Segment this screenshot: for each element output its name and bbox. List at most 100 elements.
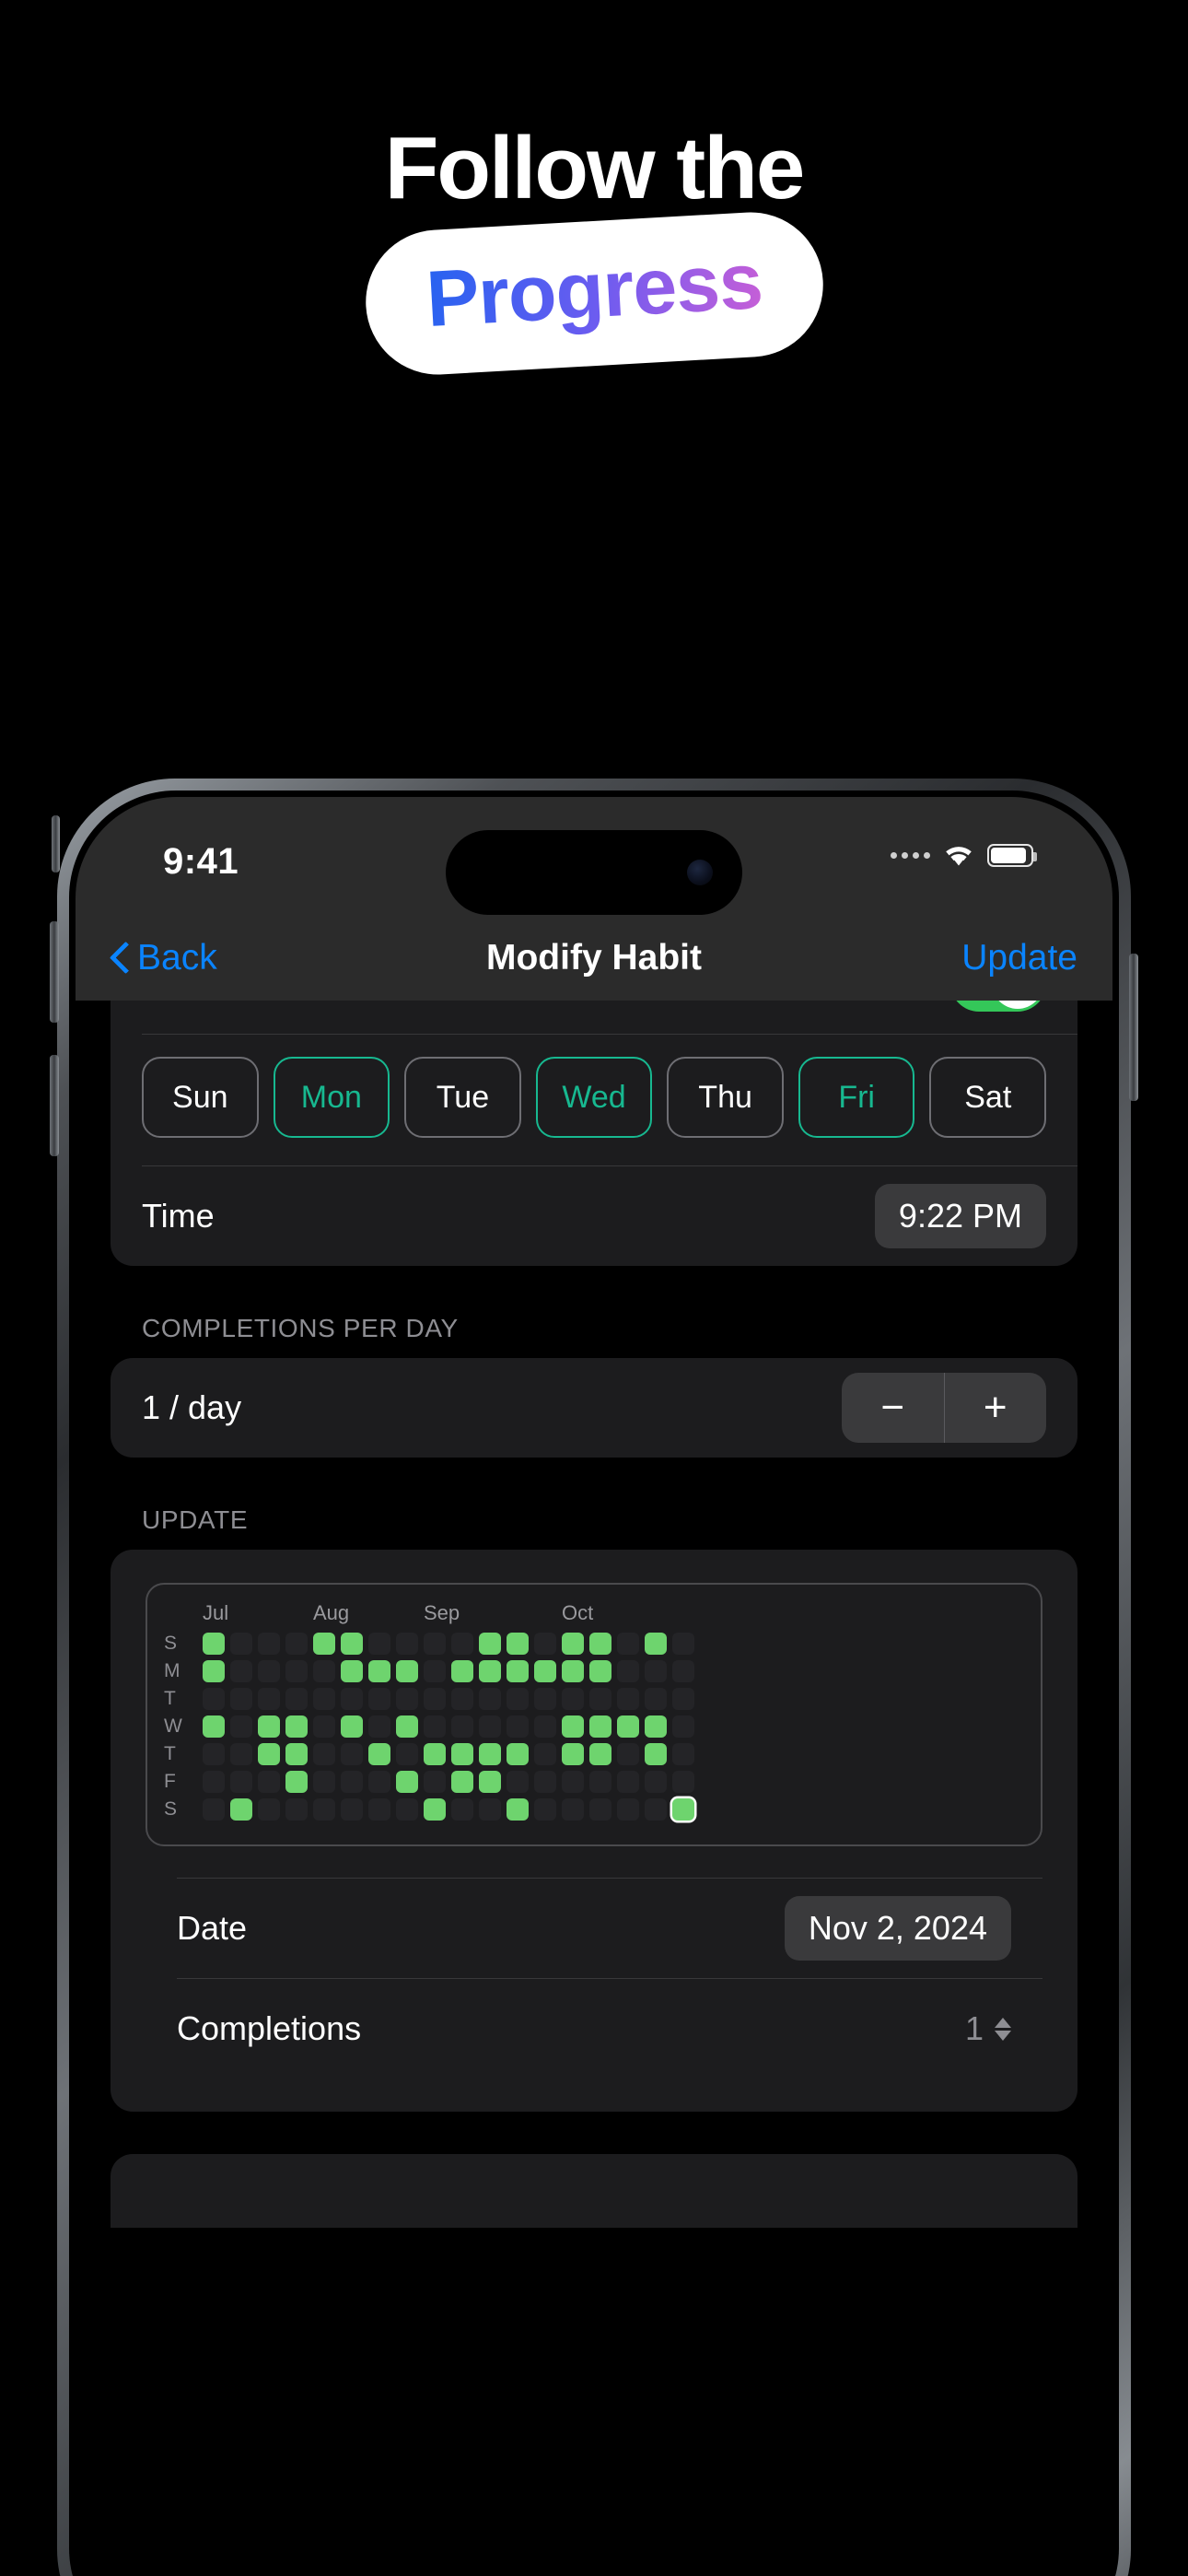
heatmap-cell[interactable] (285, 1798, 308, 1821)
heatmap-cell[interactable] (368, 1771, 390, 1793)
reminder-toggle[interactable] (950, 1001, 1046, 1012)
heatmap-cell[interactable] (617, 1715, 639, 1738)
heatmap-cell[interactable] (368, 1660, 390, 1682)
heatmap-cell[interactable] (562, 1798, 584, 1821)
heatmap-cell[interactable] (368, 1743, 390, 1765)
weekday-sat[interactable]: Sat (929, 1057, 1047, 1138)
heatmap-cell[interactable] (203, 1715, 225, 1738)
heatmap-cell[interactable] (341, 1660, 363, 1682)
heatmap-cell[interactable] (589, 1798, 611, 1821)
heatmap-cell[interactable] (424, 1743, 446, 1765)
heatmap-cell[interactable] (589, 1743, 611, 1765)
heatmap-cell[interactable] (534, 1715, 556, 1738)
weekday-thu[interactable]: Thu (667, 1057, 784, 1138)
heatmap-cell[interactable] (341, 1798, 363, 1821)
heatmap-cell[interactable] (341, 1743, 363, 1765)
heatmap-cell[interactable] (396, 1633, 418, 1655)
heatmap-cell[interactable] (424, 1771, 446, 1793)
heatmap-cell[interactable] (258, 1688, 280, 1710)
heatmap-cell[interactable] (341, 1633, 363, 1655)
heatmap-cell[interactable] (479, 1633, 501, 1655)
heatmap-cell[interactable] (230, 1633, 252, 1655)
heatmap-cell[interactable] (507, 1798, 529, 1821)
heatmap-cell[interactable] (507, 1688, 529, 1710)
heatmap-cell[interactable] (479, 1743, 501, 1765)
heatmap-cell[interactable] (589, 1715, 611, 1738)
heatmap-cell[interactable] (368, 1633, 390, 1655)
heatmap-cell[interactable] (285, 1688, 308, 1710)
heatmap-cell[interactable] (534, 1798, 556, 1821)
heatmap-cell[interactable] (396, 1660, 418, 1682)
heatmap-cell[interactable] (479, 1715, 501, 1738)
heatmap-cell[interactable] (451, 1660, 473, 1682)
heatmap-cell[interactable] (562, 1633, 584, 1655)
increment-button[interactable]: + (945, 1373, 1047, 1443)
heatmap-cell[interactable] (479, 1798, 501, 1821)
heatmap-cell[interactable] (645, 1688, 667, 1710)
heatmap-cell[interactable] (368, 1715, 390, 1738)
heatmap-cell[interactable] (313, 1660, 335, 1682)
heatmap-cell[interactable] (258, 1743, 280, 1765)
heatmap-cell[interactable] (451, 1798, 473, 1821)
heatmap-cell[interactable] (534, 1743, 556, 1765)
weekday-mon[interactable]: Mon (273, 1057, 390, 1138)
heatmap-cell[interactable] (341, 1715, 363, 1738)
heatmap-cell[interactable] (645, 1771, 667, 1793)
heatmap-cell[interactable] (562, 1660, 584, 1682)
heatmap-cell[interactable] (424, 1688, 446, 1710)
heatmap-cell[interactable] (203, 1660, 225, 1682)
heatmap-cell[interactable] (617, 1771, 639, 1793)
heatmap-cell[interactable] (258, 1798, 280, 1821)
heatmap-cell[interactable] (534, 1688, 556, 1710)
heatmap-cell[interactable] (479, 1771, 501, 1793)
completions-stepper[interactable]: − + (842, 1373, 1046, 1443)
heatmap-cell[interactable] (589, 1660, 611, 1682)
heatmap-cell[interactable] (230, 1771, 252, 1793)
date-value[interactable]: Nov 2, 2024 (784, 1896, 1011, 1961)
heatmap-cell[interactable] (230, 1743, 252, 1765)
weekday-wed[interactable]: Wed (535, 1057, 653, 1138)
heatmap-cell[interactable] (396, 1688, 418, 1710)
heatmap-cell[interactable] (258, 1771, 280, 1793)
heatmap-cell[interactable] (562, 1771, 584, 1793)
heatmap-cell[interactable] (645, 1633, 667, 1655)
heatmap-cell[interactable] (424, 1798, 446, 1821)
heatmap-cell[interactable] (672, 1660, 694, 1682)
heatmap-cell[interactable] (451, 1771, 473, 1793)
contribution-heatmap[interactable]: Jul Aug Sep Oct SMTWTFS (146, 1583, 1042, 1846)
heatmap-cell[interactable] (424, 1715, 446, 1738)
heatmap-cell[interactable] (258, 1633, 280, 1655)
heatmap-cell[interactable] (396, 1798, 418, 1821)
heatmap-cell[interactable] (341, 1688, 363, 1710)
heatmap-cell[interactable] (451, 1633, 473, 1655)
heatmap-cell[interactable] (285, 1633, 308, 1655)
update-button[interactable]: Update (961, 938, 1077, 978)
heatmap-cell[interactable] (672, 1771, 694, 1793)
heatmap-cell[interactable] (672, 1715, 694, 1738)
completions-value-group[interactable]: 1 (965, 2009, 1011, 2048)
heatmap-cell[interactable] (589, 1633, 611, 1655)
heatmap-cell[interactable] (507, 1660, 529, 1682)
heatmap-cell[interactable] (451, 1743, 473, 1765)
heatmap-cell[interactable] (645, 1660, 667, 1682)
heatmap-cell[interactable] (617, 1660, 639, 1682)
reminder-row[interactable]: Reminder (111, 1001, 1077, 1034)
heatmap-cell[interactable] (617, 1633, 639, 1655)
heatmap-cell[interactable] (424, 1633, 446, 1655)
heatmap-cell[interactable] (285, 1743, 308, 1765)
heatmap-cell[interactable] (507, 1715, 529, 1738)
heatmap-cell[interactable] (451, 1715, 473, 1738)
heatmap-cell[interactable] (203, 1633, 225, 1655)
heatmap-cell[interactable] (645, 1715, 667, 1738)
heatmap-cell[interactable] (672, 1798, 694, 1821)
heatmap-cell[interactable] (258, 1715, 280, 1738)
heatmap-cell[interactable] (645, 1798, 667, 1821)
heatmap-cell[interactable] (285, 1660, 308, 1682)
date-row[interactable]: Date Nov 2, 2024 (111, 1879, 1077, 1978)
heatmap-cell[interactable] (617, 1688, 639, 1710)
heatmap-cell[interactable] (285, 1771, 308, 1793)
weekday-selector[interactable]: Sun Mon Tue Wed Thu Fri Sat (111, 1035, 1077, 1165)
heatmap-cell[interactable] (424, 1660, 446, 1682)
volume-down-button[interactable] (50, 1055, 59, 1156)
heatmap-cell[interactable] (230, 1798, 252, 1821)
